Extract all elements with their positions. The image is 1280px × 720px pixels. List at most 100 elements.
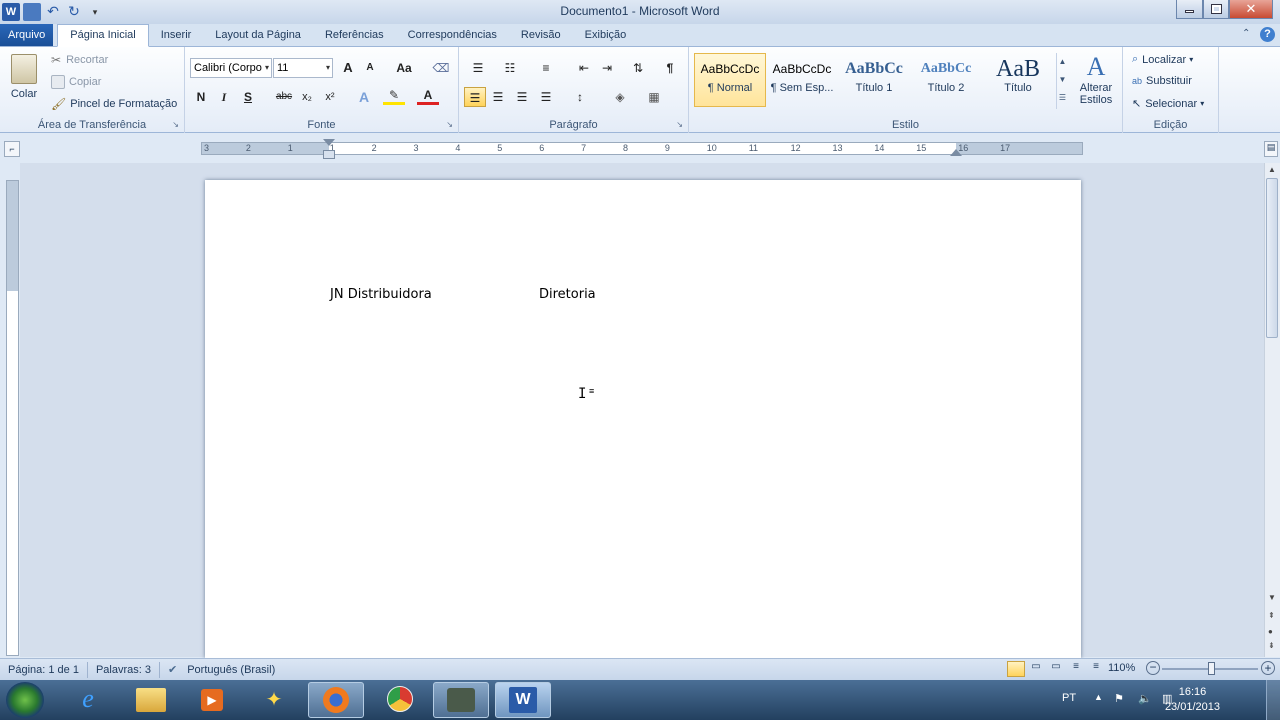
zoom-in-icon[interactable]: +: [1261, 661, 1275, 675]
font-color-button[interactable]: A: [417, 87, 439, 105]
status-page[interactable]: Página: 1 de 1: [0, 661, 88, 678]
style-title[interactable]: AaB Título: [982, 53, 1054, 107]
status-language[interactable]: ✔ Português (Brasil): [160, 662, 283, 678]
dialog-launcher-icon[interactable]: ↘: [676, 120, 683, 129]
highlight-icon[interactable]: ✎: [383, 87, 405, 105]
full-screen-icon[interactable]: ▭: [1027, 661, 1045, 677]
multilevel-list-icon[interactable]: ≡: [535, 58, 557, 78]
sort-icon[interactable]: ⇅: [627, 58, 649, 78]
strikethrough-button[interactable]: abc: [273, 87, 295, 107]
dialog-launcher-icon[interactable]: ↘: [172, 120, 179, 129]
style-normal[interactable]: AaBbCcDc ¶ Normal: [694, 53, 766, 107]
justify-icon[interactable]: ☰: [535, 87, 557, 107]
show-formatting-button[interactable]: ¶: [659, 58, 681, 78]
change-case-button[interactable]: Aa: [390, 58, 418, 78]
close-button[interactable]: ✕: [1229, 0, 1273, 19]
tab-selector-icon[interactable]: ⌐: [4, 141, 20, 157]
styles-scroll[interactable]: ▲ ▼ ☰: [1056, 53, 1068, 109]
document-page[interactable]: JN Distribuidora Diretoria I ≡: [205, 180, 1081, 658]
shading-icon[interactable]: ◈: [609, 87, 631, 107]
style-heading-1[interactable]: AaBbCc Título 1: [838, 53, 910, 107]
select-button[interactable]: ↖ Selecionar ▾: [1131, 96, 1205, 111]
print-layout-icon[interactable]: [1007, 661, 1025, 677]
font-name-box[interactable]: Calibri (Corpo ▾: [190, 58, 272, 78]
start-button[interactable]: [6, 682, 44, 718]
show-desktop-button[interactable]: [1266, 680, 1280, 720]
decrease-indent-icon[interactable]: ⇤: [573, 58, 595, 78]
firefox-button[interactable]: [308, 682, 364, 718]
first-line-indent-marker[interactable]: [323, 139, 335, 146]
vertical-ruler[interactable]: [6, 180, 19, 656]
document-text-company[interactable]: JN Distribuidora: [330, 287, 432, 302]
tab-file[interactable]: Arquivo: [0, 24, 54, 46]
replace-button[interactable]: ab Substituir: [1131, 74, 1193, 88]
style-heading-2[interactable]: AaBbCc Título 2: [910, 53, 982, 107]
style-no-spacing[interactable]: AaBbCcDc ¶ Sem Esp...: [766, 53, 838, 107]
format-painter-button[interactable]: 🖌 Pincel de Formatação: [50, 96, 178, 112]
action-center-icon[interactable]: ⚑: [1114, 692, 1124, 705]
scroll-thumb[interactable]: [1266, 178, 1278, 338]
superscript-button[interactable]: x²: [319, 87, 341, 107]
tab-review[interactable]: Revisão: [509, 24, 573, 46]
align-right-icon[interactable]: ☰: [511, 87, 533, 107]
app-button[interactable]: ✦: [246, 682, 302, 718]
tab-page-layout[interactable]: Layout da Página: [203, 24, 313, 46]
prev-page-icon[interactable]: ⇞: [1268, 611, 1275, 620]
underline-button[interactable]: S: [237, 87, 259, 107]
shrink-font-button[interactable]: A: [359, 58, 381, 78]
web-layout-icon[interactable]: ▭: [1047, 661, 1065, 677]
right-indent-marker[interactable]: [950, 149, 962, 156]
cut-button[interactable]: ✂ Recortar: [50, 52, 109, 68]
line-spacing-icon[interactable]: ↕: [569, 87, 591, 107]
tab-insert[interactable]: Inserir: [149, 24, 204, 46]
next-page-icon[interactable]: ⇟: [1268, 641, 1275, 650]
bullets-icon[interactable]: ☰: [467, 58, 489, 78]
font-size-box[interactable]: 11 ▾: [273, 58, 333, 78]
word-taskbar-button[interactable]: W: [495, 682, 551, 718]
camtasia-button[interactable]: [433, 682, 489, 718]
text-effects-icon[interactable]: A: [353, 87, 375, 107]
dialog-launcher-icon[interactable]: ↘: [446, 120, 453, 129]
help-icon[interactable]: ?: [1260, 27, 1275, 42]
tray-expand-icon[interactable]: ▲: [1094, 692, 1103, 702]
tab-home[interactable]: Página Inicial: [57, 24, 149, 47]
increase-indent-icon[interactable]: ⇥: [596, 58, 618, 78]
tab-mailings[interactable]: Correspondências: [396, 24, 509, 46]
status-words[interactable]: Palavras: 3: [88, 661, 160, 678]
restore-button[interactable]: [1203, 0, 1229, 19]
chrome-button[interactable]: [372, 682, 428, 718]
paste-button[interactable]: Colar: [4, 51, 44, 109]
volume-icon[interactable]: 🔈: [1138, 692, 1152, 705]
left-indent-marker[interactable]: [323, 150, 335, 159]
ie-icon[interactable]: e: [60, 682, 116, 718]
zoom-out-icon[interactable]: −: [1146, 661, 1160, 675]
borders-icon[interactable]: ▦: [643, 87, 665, 107]
explorer-button[interactable]: [123, 682, 179, 718]
change-styles-button[interactable]: A Alterar Estilos: [1073, 51, 1119, 107]
system-clock[interactable]: 16:16 23/01/2013: [1165, 685, 1220, 715]
media-button[interactable]: ▶: [184, 682, 240, 718]
input-language[interactable]: PT: [1062, 692, 1076, 704]
scroll-up-icon[interactable]: ▲: [1268, 165, 1276, 174]
minimize-button[interactable]: [1176, 0, 1203, 19]
align-left-icon[interactable]: ☰: [464, 87, 486, 107]
grow-font-button[interactable]: A: [337, 58, 359, 78]
scroll-down-icon[interactable]: ▼: [1268, 593, 1276, 602]
subscript-button[interactable]: x₂: [296, 87, 318, 107]
minimize-ribbon-icon[interactable]: ⌃: [1242, 28, 1250, 39]
italic-button[interactable]: I: [213, 87, 235, 107]
outline-icon[interactable]: ≡: [1067, 661, 1085, 677]
copy-button[interactable]: Copiar: [50, 74, 102, 90]
tab-references[interactable]: Referências: [313, 24, 396, 46]
numbering-icon[interactable]: ☷: [499, 58, 521, 78]
align-center-icon[interactable]: ☰: [487, 87, 509, 107]
clear-format-icon[interactable]: ⌫: [430, 58, 452, 78]
browse-object-icon[interactable]: ●: [1268, 627, 1273, 636]
zoom-level[interactable]: 110%: [1108, 662, 1135, 674]
draft-icon[interactable]: ≡: [1087, 661, 1105, 677]
bold-button[interactable]: N: [190, 87, 212, 107]
view-ruler-icon[interactable]: ▤: [1264, 141, 1278, 157]
find-button[interactable]: ⌕ Localizar ▾: [1131, 52, 1194, 67]
zoom-slider-thumb[interactable]: [1208, 662, 1215, 675]
tab-view[interactable]: Exibição: [573, 24, 639, 46]
